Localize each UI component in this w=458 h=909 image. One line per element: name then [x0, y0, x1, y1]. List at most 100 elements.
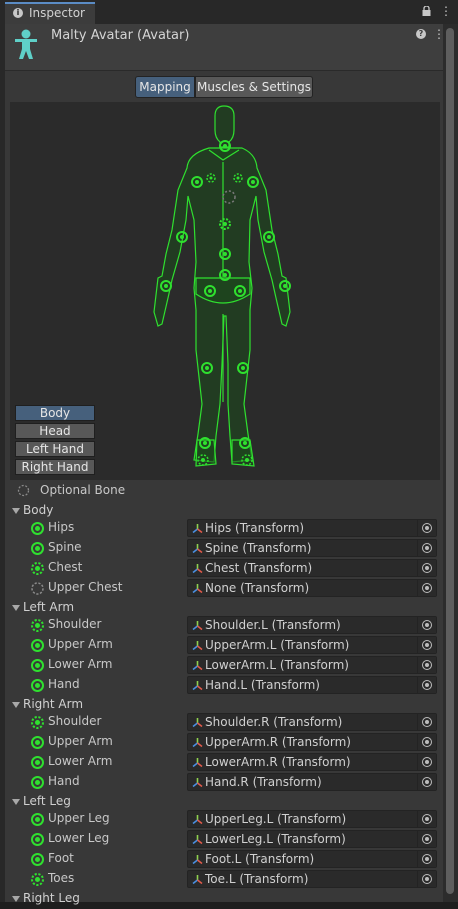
scroll-thumb[interactable] [446, 28, 454, 894]
inspector-tab[interactable]: i Inspector [5, 2, 95, 24]
transform-object-field[interactable]: Shoulder.R (Transform) [187, 713, 437, 731]
asset-title: Malty Avatar (Avatar) [51, 28, 190, 43]
transform-object-field[interactable]: Hips (Transform) [187, 519, 437, 537]
transform-field-value: Shoulder.L (Transform) [205, 618, 341, 632]
transform-icon [192, 564, 203, 574]
bone-name: Lower Arm [48, 657, 113, 671]
transform-object-field[interactable]: Spine (Transform) [187, 539, 437, 557]
bone-assigned-icon [31, 522, 44, 535]
object-picker-icon[interactable] [417, 617, 436, 633]
foldout-triangle-icon[interactable] [12, 702, 20, 708]
transform-object-field[interactable]: Foot.L (Transform) [187, 850, 437, 868]
bone-assigned-icon [31, 736, 44, 749]
object-picker-icon[interactable] [417, 714, 436, 730]
transform-field-value: LowerLeg.L (Transform) [205, 832, 346, 846]
transform-field-value: Foot.L (Transform) [205, 852, 315, 866]
transform-icon [192, 681, 203, 691]
transform-object-field[interactable]: LowerArm.L (Transform) [187, 656, 437, 674]
transform-object-field[interactable]: Hand.R (Transform) [187, 773, 437, 791]
muscles-settings-tab-button[interactable]: Muscles & Settings [195, 76, 313, 98]
bone-row-upper-chest: Upper Chest None (Transform) [5, 578, 440, 598]
transform-icon [192, 855, 203, 865]
transform-object-field[interactable]: LowerLeg.L (Transform) [187, 830, 437, 848]
bone-row-toes: Toes Toe.L (Transform) [5, 869, 440, 889]
bone-assigned-icon [31, 756, 44, 769]
bone-assigned-icon [31, 679, 44, 692]
transform-object-field[interactable]: LowerArm.R (Transform) [187, 753, 437, 771]
object-picker-icon[interactable] [417, 774, 436, 790]
bone-name: Lower Arm [48, 754, 113, 768]
transform-object-field[interactable]: UpperLeg.L (Transform) [187, 810, 437, 828]
bone-assigned-icon [31, 833, 44, 846]
object-picker-icon[interactable] [417, 560, 436, 576]
view-head-button[interactable]: Head [15, 423, 95, 439]
vertical-scrollbar[interactable] [443, 24, 458, 902]
object-picker-icon[interactable] [417, 734, 436, 750]
bone-row-lower-arm: Lower Arm LowerArm.R (Transform) [5, 752, 440, 772]
transform-object-field[interactable]: Hand.L (Transform) [187, 676, 437, 694]
transform-icon [192, 718, 203, 728]
object-picker-icon[interactable] [417, 851, 436, 867]
foldout-triangle-icon[interactable] [12, 896, 20, 902]
transform-icon [192, 815, 203, 825]
bone-name: Shoulder [48, 714, 102, 728]
inspector-panel: Malty Avatar (Avatar) ? ⋮ Mapping Muscle… [5, 24, 448, 905]
group-label: Left Leg [23, 794, 71, 808]
view-left-hand-button[interactable]: Left Hand [15, 441, 95, 457]
optional-bone-label: Optional Bone [40, 483, 126, 497]
optional-bone-empty-icon [31, 582, 44, 595]
object-picker-icon[interactable] [417, 677, 436, 693]
bone-name: Hand [48, 774, 80, 788]
bone-row-upper-leg: Upper Leg UpperLeg.L (Transform) [5, 809, 440, 829]
avatar-body-view: Body Head Left Hand Right Hand [10, 102, 440, 480]
transform-object-field[interactable]: Chest (Transform) [187, 559, 437, 577]
bone-row-lower-arm: Lower Arm LowerArm.L (Transform) [5, 655, 440, 675]
bone-row-shoulder: Shoulder Shoulder.R (Transform) [5, 712, 440, 732]
object-picker-icon[interactable] [417, 811, 436, 827]
transform-field-value: Hips (Transform) [205, 521, 305, 535]
bone-row-lower-leg: Lower Leg LowerLeg.L (Transform) [5, 829, 440, 849]
bone-row-upper-arm: Upper Arm UpperArm.R (Transform) [5, 732, 440, 752]
kebab-menu-icon[interactable]: ⋮ [440, 4, 452, 18]
optional-bone-assigned-icon [31, 562, 44, 575]
object-picker-icon[interactable] [417, 657, 436, 673]
mapping-tab-button[interactable]: Mapping [135, 76, 195, 98]
bone-row-upper-arm: Upper Arm UpperArm.L (Transform) [5, 635, 440, 655]
view-body-button[interactable]: Body [15, 405, 95, 421]
bone-assigned-icon [31, 542, 44, 555]
object-picker-icon[interactable] [417, 540, 436, 556]
transform-field-value: Hand.L (Transform) [205, 678, 320, 692]
transform-object-field[interactable]: UpperArm.L (Transform) [187, 636, 437, 654]
transform-object-field[interactable]: UpperArm.R (Transform) [187, 733, 437, 751]
transform-field-value: Toe.L (Transform) [205, 872, 309, 886]
optional-bone-assigned-icon [31, 619, 44, 632]
transform-object-field[interactable]: Shoulder.L (Transform) [187, 616, 437, 634]
bone-name: Lower Leg [48, 831, 110, 845]
foldout-triangle-icon[interactable] [12, 508, 20, 514]
foldout-triangle-icon[interactable] [12, 605, 20, 611]
transform-field-value: Hand.R (Transform) [205, 775, 322, 789]
lock-icon[interactable] [422, 6, 431, 16]
transform-object-field[interactable]: Toe.L (Transform) [187, 870, 437, 888]
object-picker-icon[interactable] [417, 520, 436, 536]
group-label: Right Leg [23, 891, 80, 905]
view-right-hand-button[interactable]: Right Hand [15, 459, 95, 475]
object-picker-icon[interactable] [417, 871, 436, 887]
transform-object-field[interactable]: None (Transform) [187, 579, 437, 597]
help-icon[interactable]: ? [416, 29, 426, 39]
bone-assigned-icon [31, 639, 44, 652]
optional-bone-assigned-icon [31, 716, 44, 729]
transform-icon [192, 738, 203, 748]
optional-bone-assigned-icon [31, 873, 44, 886]
tab-bar: i Inspector ⋮ [0, 0, 458, 24]
bone-name: Upper Arm [48, 637, 113, 651]
object-picker-icon[interactable] [417, 637, 436, 653]
transform-icon [192, 661, 203, 671]
object-picker-icon[interactable] [417, 580, 436, 596]
object-picker-icon[interactable] [417, 831, 436, 847]
foldout-triangle-icon[interactable] [12, 799, 20, 805]
group-header-right-leg[interactable]: Right Leg [5, 889, 440, 909]
group-label: Left Arm [23, 600, 75, 614]
object-picker-icon[interactable] [417, 754, 436, 770]
bone-name: Hips [48, 520, 75, 534]
